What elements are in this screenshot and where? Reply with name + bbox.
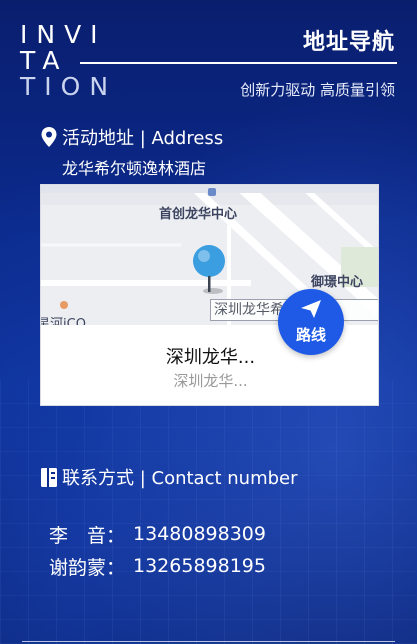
poi-marker-icon: [59, 295, 69, 314]
poi-right: 御璟中心: [311, 275, 364, 290]
map-card[interactable]: 首创龙华中心 御璟中心 星河iCO 深圳龙华希尔顿逸林 深圳龙华... 深圳龙华…: [40, 184, 379, 406]
address-value: 龙华希尔顿逸林酒店: [62, 159, 207, 178]
contact-list: 李 音： 13480898309 谢韵蒙： 13265898195: [49, 518, 266, 582]
contact-row: 谢韵蒙： 13265898195: [49, 550, 266, 582]
logo-line-3: TION: [20, 72, 118, 101]
route-button-label: 路线: [295, 326, 326, 344]
title-divider: [80, 62, 397, 64]
logo-line-2: TA: [20, 46, 69, 75]
invitation-logo: INVI TA TION: [20, 22, 117, 100]
contact-row: 李 音： 13480898309: [49, 518, 266, 550]
address-heading: 活动地址 | Address: [40, 124, 223, 150]
background-pattern: [0, 380, 417, 644]
contact-heading-label: 联系方式 | Contact number: [62, 468, 298, 489]
page-title: 地址导航: [302, 30, 395, 55]
logo-line-1: INVI: [20, 20, 107, 49]
contact-phone[interactable]: 13265898195: [133, 555, 266, 577]
navigation-arrow-icon: [300, 299, 322, 323]
location-pin-icon: [40, 126, 58, 148]
contact-heading: 联系方式 | Contact number: [40, 464, 298, 490]
slogan: 创新力驱动 高质量引领: [240, 81, 395, 99]
address-heading-label: 活动地址 | Address: [62, 128, 224, 149]
poi-left: 星河iCO: [41, 317, 86, 325]
poi-main: 首创龙华中心: [159, 207, 238, 222]
contact-name: 李 音：: [49, 524, 126, 547]
route-button[interactable]: 路线: [278, 289, 344, 355]
place-subtitle: 深圳龙华...: [173, 372, 248, 390]
map-marker-icon[interactable]: [191, 243, 227, 299]
bottom-divider: [22, 641, 395, 642]
poi-marker-icon: [207, 185, 217, 201]
contact-name: 谢韵蒙：: [49, 556, 126, 579]
contact-phone[interactable]: 13480898309: [133, 523, 266, 545]
phone-book-icon: [40, 466, 58, 488]
